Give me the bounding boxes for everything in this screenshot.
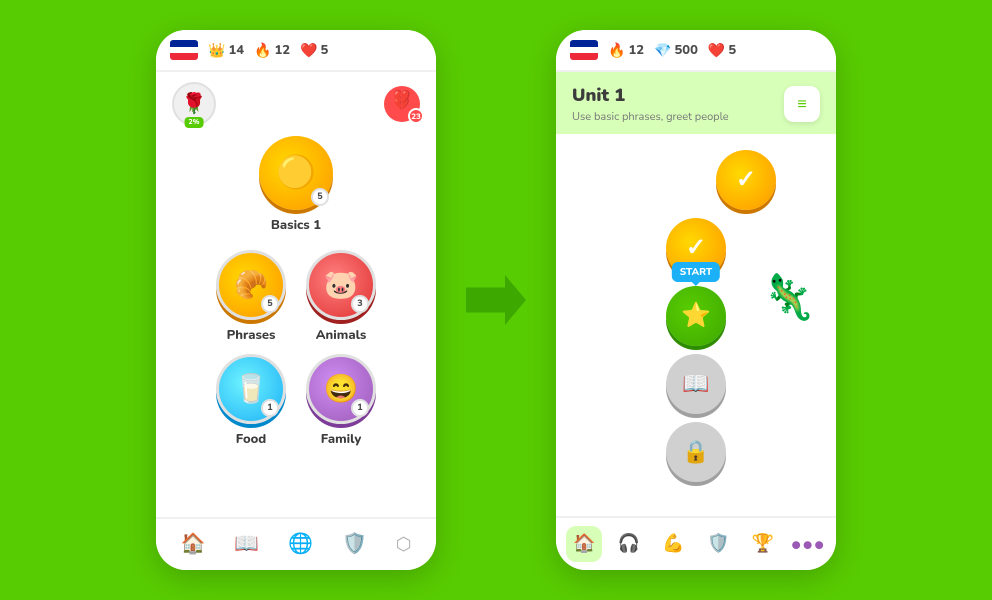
- stat-gem-right: 💎 500: [654, 41, 698, 60]
- lesson-basics1: 🟡 5 Basics 1: [172, 136, 420, 234]
- node-book[interactable]: 📖: [666, 354, 726, 414]
- path-wrapper: ✓ ✓ START ⭐ 🦎: [556, 134, 836, 498]
- family-label: Family: [321, 430, 362, 448]
- phrases-label: Phrases: [227, 326, 276, 344]
- right-arrow-icon: [466, 275, 526, 325]
- arrow-container: [466, 275, 526, 325]
- checkmark-icon-2: ✓: [686, 232, 706, 264]
- animals-label: Animals: [316, 326, 366, 344]
- family-badge: 1: [351, 399, 369, 417]
- node-row-locked: 🔒: [556, 422, 836, 482]
- bottom-nav-left: 🏠 📖 🌐 🛡️ ⬡: [156, 517, 436, 570]
- nav-book-left[interactable]: 📖: [226, 527, 267, 562]
- nav-shield-left[interactable]: 🛡️: [334, 527, 375, 562]
- unit-header: Unit 1 Use basic phrases, greet people ≡: [556, 72, 836, 134]
- duo-mascot: 🦎: [761, 276, 816, 320]
- node-locked[interactable]: 🔒: [666, 422, 726, 482]
- node-completed-1[interactable]: ✓: [716, 150, 776, 210]
- stat-fire-right: 🔥 12: [608, 41, 644, 60]
- heart-icon-right: ❤️: [708, 41, 725, 60]
- fire-icon-right: 🔥: [608, 41, 625, 60]
- lesson-animals: 🐷 3 Animals: [306, 250, 376, 344]
- nav2-more[interactable]: •••: [790, 526, 826, 562]
- broken-heart-count: 23: [408, 108, 424, 124]
- lesson-food: 🥛 1 Food: [216, 354, 286, 448]
- top-bar-right: 🔥 12 💎 500 ❤️ 5: [556, 30, 836, 72]
- checkmark-icon-1: ✓: [736, 164, 756, 196]
- nav-hex-left[interactable]: ⬡: [388, 529, 420, 561]
- phone-right: 🔥 12 💎 500 ❤️ 5 Unit 1 Use basic phrases…: [556, 30, 836, 570]
- nav-home-left[interactable]: 🏠: [172, 527, 213, 562]
- lesson-family: 😄 1 Family: [306, 354, 376, 448]
- flag-icon-right[interactable]: [570, 40, 598, 60]
- top-bar-left: 👑 14 🔥 12 ❤️ 5: [156, 30, 436, 72]
- unit-info: Unit 1 Use basic phrases, greet people: [572, 84, 729, 124]
- app-container: 👑 14 🔥 12 ❤️ 5 🌹 2% 💔 23: [0, 0, 992, 600]
- heart-value-right: 5: [728, 41, 736, 59]
- stat-crown: 👑 14: [208, 41, 244, 60]
- fire-value-left: 12: [274, 41, 290, 59]
- node-row-start: START ⭐ 🦎: [556, 286, 836, 346]
- book-icon: 📖: [682, 369, 709, 399]
- basics1-icon: 🟡: [276, 152, 316, 195]
- fire-value-right: 12: [628, 41, 644, 59]
- unit-subtitle: Use basic phrases, greet people: [572, 109, 729, 124]
- stat-heart-left: ❤️ 5: [300, 41, 328, 60]
- nav-globe-left[interactable]: 🌐: [280, 527, 321, 562]
- gem-icon-right: 💎: [654, 41, 671, 60]
- start-label: START: [672, 262, 720, 282]
- animals-badge: 3: [351, 295, 369, 313]
- lesson-row-food-family: 🥛 1 Food 😄 1 Family: [172, 354, 420, 448]
- stat-heart-right: ❤️ 5: [708, 41, 736, 60]
- node-row-1: ✓: [556, 150, 836, 210]
- fire-icon-left: 🔥: [254, 41, 271, 60]
- phrases-badge: 5: [261, 295, 279, 313]
- stat-fire-left: 🔥 12: [254, 41, 290, 60]
- lock-icon: 🔒: [682, 437, 709, 467]
- family-circle[interactable]: 😄 1: [306, 354, 376, 424]
- basics1-label: Basics 1: [271, 216, 321, 234]
- crown-icon: 👑: [208, 41, 225, 60]
- unit-list-button[interactable]: ≡: [784, 86, 820, 122]
- food-label: Food: [236, 430, 266, 448]
- lesson-row-phrases-animals: 🥐 5 Phrases 🐷 3 Animals: [172, 250, 420, 344]
- avatar[interactable]: 🌹 2%: [172, 82, 216, 126]
- heart-icon-left: ❤️: [300, 41, 317, 60]
- nav2-shield[interactable]: 🛡️: [700, 526, 736, 562]
- animals-circle[interactable]: 🐷 3: [306, 250, 376, 320]
- node-start[interactable]: START ⭐: [666, 286, 726, 346]
- nav2-home[interactable]: 🏠: [566, 526, 602, 562]
- avatar-badge: 2%: [185, 117, 204, 128]
- flag-icon-left[interactable]: [170, 40, 198, 60]
- nav2-headphones[interactable]: 🎧: [611, 526, 647, 562]
- phone2-lesson-path: ✓ ✓ START ⭐ 🦎: [556, 134, 836, 516]
- lesson-phrases: 🥐 5 Phrases: [216, 250, 286, 344]
- node-row-book: 📖: [556, 354, 836, 414]
- nav2-trophy[interactable]: 🏆: [745, 526, 781, 562]
- bottom-nav-right: 🏠 🎧 💪 🛡️ 🏆 •••: [556, 516, 836, 570]
- basics1-circle[interactable]: 🟡 5: [259, 136, 333, 210]
- phrases-circle[interactable]: 🥐 5: [216, 250, 286, 320]
- avatar-row: 🌹 2% 💔 23: [172, 82, 420, 126]
- gem-value-right: 500: [674, 41, 697, 59]
- basics1-badge: 5: [311, 188, 329, 206]
- food-badge: 1: [261, 399, 279, 417]
- broken-heart-badge[interactable]: 💔 23: [384, 86, 420, 122]
- unit-title: Unit 1: [572, 84, 729, 108]
- star-icon: ⭐: [681, 300, 711, 332]
- food-circle[interactable]: 🥛 1: [216, 354, 286, 424]
- nav2-dumbbell[interactable]: 💪: [656, 526, 692, 562]
- phone1-content: 🌹 2% 💔 23 🟡 5 Basics 1: [156, 72, 436, 517]
- heart-value-left: 5: [321, 41, 329, 59]
- crown-value: 14: [228, 41, 244, 59]
- phone-left: 👑 14 🔥 12 ❤️ 5 🌹 2% 💔 23: [156, 30, 436, 570]
